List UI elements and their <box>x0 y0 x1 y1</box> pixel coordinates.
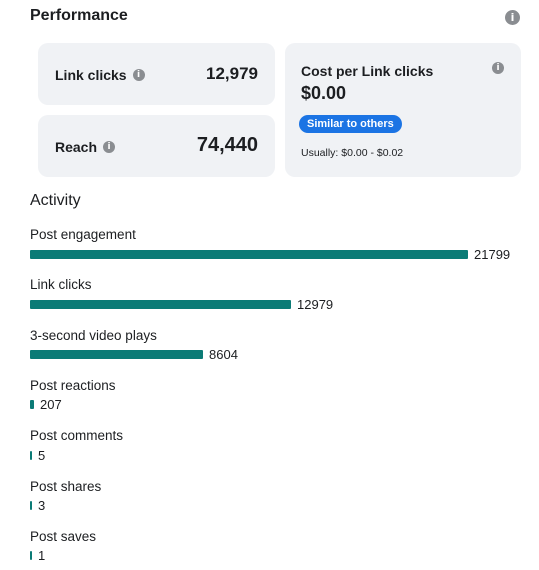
activity-bar <box>30 299 291 309</box>
activity-bar <box>30 249 468 259</box>
activity-bar-line: 1 <box>30 548 46 564</box>
activity-label: Post saves <box>30 528 97 544</box>
activity-bar-line: 21799 <box>30 246 511 262</box>
reach-label-group: Reach i <box>55 139 116 155</box>
link-clicks-card: Link clicks i 12,979 <box>38 43 275 105</box>
activity-value: 5 <box>38 447 46 463</box>
activity-row: Link clicks 12979 <box>30 277 530 317</box>
activity-value: 207 <box>40 397 62 413</box>
similar-to-others-badge: Similar to others <box>299 115 402 133</box>
activity-bar-line: 3 <box>30 498 46 513</box>
activity-label: Post comments <box>30 428 124 444</box>
activity-value: 1 <box>38 548 46 564</box>
activity-row: 3-second video plays 8604 <box>30 328 530 368</box>
activity-row: Post shares 3 <box>30 479 530 519</box>
activity-bar <box>30 551 32 561</box>
cpc-value: $0.00 <box>301 83 347 103</box>
activity-label: Post engagement <box>30 227 136 242</box>
info-icon[interactable]: i <box>132 69 145 81</box>
activity-bar <box>30 400 34 410</box>
activity-row: Post reactions 207 <box>30 378 530 418</box>
link-clicks-label-group: Link clicks i <box>55 67 145 83</box>
activity-value: 12979 <box>297 296 334 312</box>
activity-bar-line: 207 <box>30 397 62 413</box>
activity-bar-line: 5 <box>30 447 46 463</box>
cpc-label: Cost per Link clicks <box>301 63 434 79</box>
activity-bar <box>30 450 32 460</box>
reach-card: Reach i 74,440 <box>38 115 275 177</box>
cpc-usual-range: Usually: $0.00 - $0.02 <box>301 147 404 159</box>
performance-title: Performance <box>30 7 128 24</box>
activity-label: Link clicks <box>30 277 92 293</box>
info-icon[interactable]: i <box>505 10 520 25</box>
activity-row: Post engagement 21799 <box>30 227 530 267</box>
activity-value: 3 <box>38 498 46 513</box>
activity-bar-line: 8604 <box>30 347 238 363</box>
link-clicks-label: Link clicks <box>55 67 127 83</box>
reach-value: 74,440 <box>196 134 258 156</box>
activity-bar-line: 12979 <box>30 296 334 312</box>
activity-row: Post saves 1 <box>30 529 530 569</box>
info-icon[interactable]: i <box>492 62 504 74</box>
reach-label: Reach <box>55 139 98 155</box>
activity-label: Post shares <box>30 478 102 494</box>
activity-title: Activity <box>30 192 81 209</box>
activity-bar <box>30 501 32 510</box>
activity-label: Post reactions <box>30 377 116 393</box>
activity-value: 8604 <box>209 347 238 363</box>
info-icon[interactable]: i <box>103 141 116 153</box>
activity-label: 3-second video plays <box>30 327 157 343</box>
activity-row: Post comments 5 <box>30 428 530 468</box>
activity-bar <box>30 350 203 360</box>
activity-value: 21799 <box>474 246 511 262</box>
link-clicks-value: 12,979 <box>206 64 258 83</box>
cost-per-link-click-card: Cost per Link clicks $0.00 i Similar to … <box>285 43 521 177</box>
